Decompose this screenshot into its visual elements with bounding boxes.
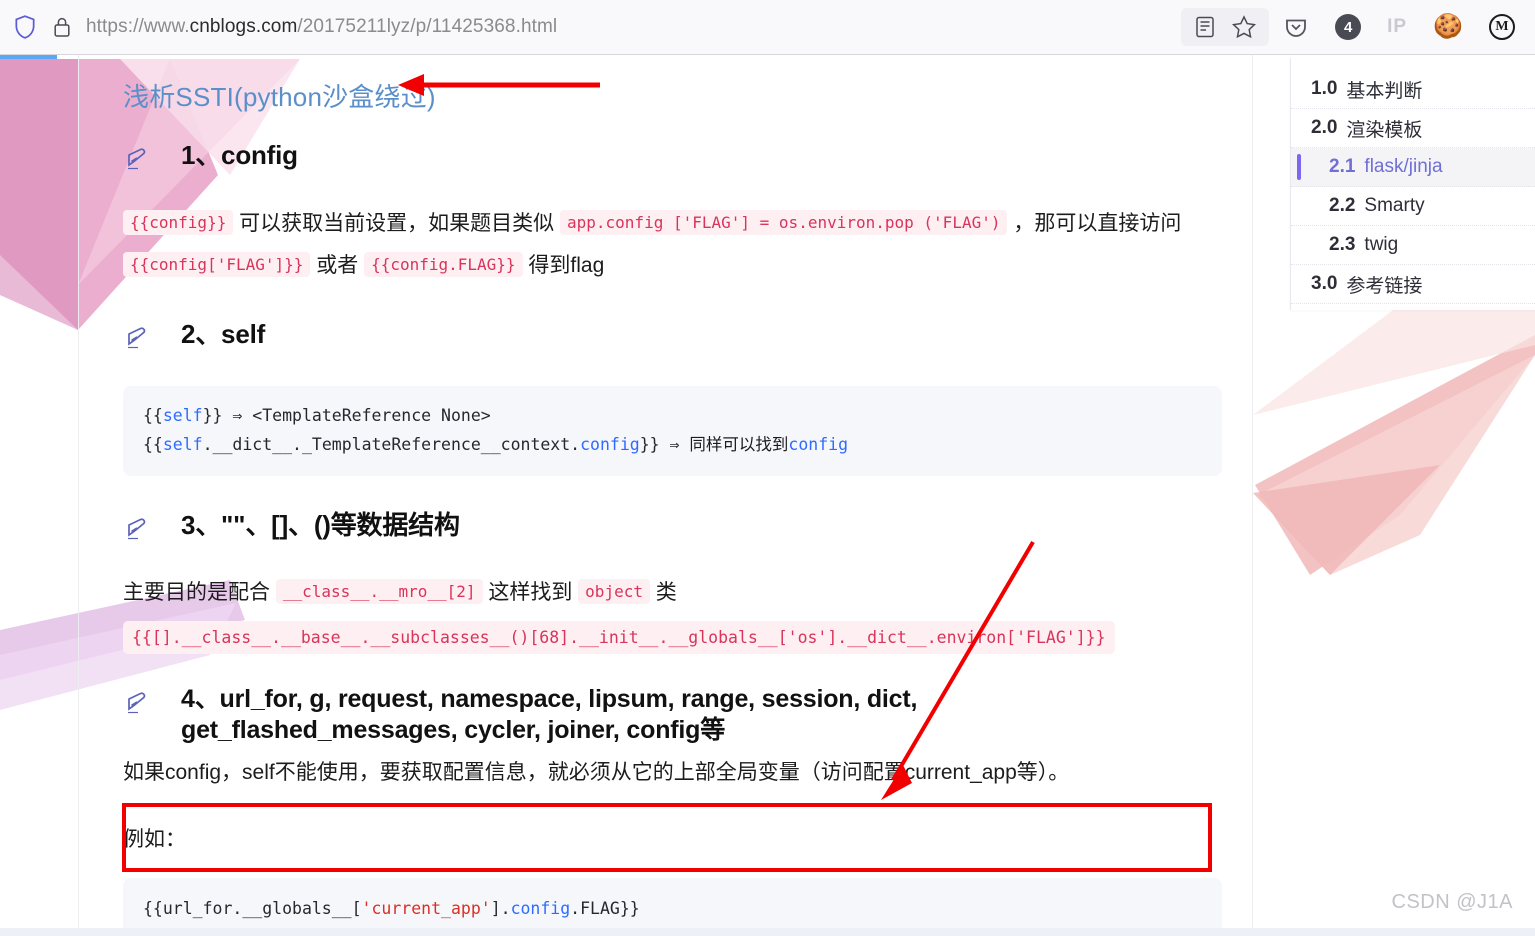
article-inner: 浅析SSTI(python沙盒绕过) 1、config {{config}} 可… xyxy=(79,77,1252,936)
pocket-icon[interactable] xyxy=(1283,14,1309,40)
toc-item-label: 参考链接 xyxy=(1346,275,1423,297)
toc-item-6[interactable]: 3.0 参考链接 xyxy=(1291,265,1535,304)
toc-item-number: 2.1 xyxy=(1329,156,1356,177)
toc-item-5[interactable]: 2.3 twig xyxy=(1291,226,1535,265)
reader-view-icon[interactable] xyxy=(1193,14,1217,40)
heading-4-text: 4、url_for, g, request, namespace, lipsum… xyxy=(181,684,917,745)
code-line: {{self.__dict__._TemplateReference__cont… xyxy=(143,434,849,454)
pencil-icon xyxy=(123,325,153,356)
csdn-watermark: CSDN @J1A xyxy=(1391,891,1513,913)
code-line: {{self}} ⇒ <TemplateReference None> xyxy=(143,406,491,425)
paragraph-current-app: 如果config，self不能使用，要获取配置信息，就必须从它的上部全局变量（访… xyxy=(123,761,1070,785)
heading-1-text: 1、config xyxy=(181,140,298,170)
toc-item-3[interactable]: 2.1 flask/jinja xyxy=(1291,148,1535,187)
pencil-icon xyxy=(123,516,153,547)
pink-code-wrapper: {{[].__class__.__base__.__subclasses__()… xyxy=(79,621,1252,655)
text-run: 可以获取当前设置，如果题目类似 xyxy=(233,212,560,235)
toc-item-number: 1.0 xyxy=(1311,78,1338,99)
toc-item-label: flask/jinja xyxy=(1364,156,1443,177)
heading-4-line2: get_flashed_messages, cycler, joiner, co… xyxy=(181,715,726,744)
extensions-group: 4 IP 🍪 M xyxy=(1283,14,1535,40)
inline-code-app-config: app.config ['FLAG'] = os.environ.pop ('F… xyxy=(560,210,1008,235)
ip-extension-icon[interactable]: IP xyxy=(1387,16,1407,38)
page-actions-group xyxy=(1181,8,1270,46)
url-path: /20175211lyz/p/11425368.html xyxy=(297,16,558,37)
inline-code-config-flag: {{config['FLAG']}} xyxy=(123,252,311,277)
section-heading-3: 3、""、[]、()等数据结构 xyxy=(123,510,1252,547)
paragraph-config: {{config}} 可以获取当前设置，如果题目类似 app.config ['… xyxy=(123,203,1232,287)
text-run: 类 xyxy=(649,580,677,604)
page-title[interactable]: 浅析SSTI(python沙盒绕过) xyxy=(123,77,1252,114)
pencil-icon xyxy=(123,690,153,721)
inline-code-config-dot-flag: {{config.FLAG}} xyxy=(364,252,523,277)
toc-item-label: Smarty xyxy=(1364,195,1425,216)
toc-item-label: 基本判断 xyxy=(1346,80,1423,102)
lock-icon[interactable] xyxy=(52,16,72,38)
table-of-contents: 1.0 基本判断 2.0 渲染模板 2.1 flask/jinja 2.2 Sm… xyxy=(1290,58,1535,310)
text-run: 或者 xyxy=(310,254,365,277)
heading-4-line1: 4、url_for, g, request, namespace, lipsum… xyxy=(181,685,918,714)
text-run: 得到flag xyxy=(522,254,605,277)
toc-item-number: 2.2 xyxy=(1329,195,1356,216)
pencil-icon xyxy=(123,146,153,177)
text-run: 主要目的是配合 xyxy=(123,580,276,604)
toc-item-label: twig xyxy=(1364,234,1399,255)
text-run: ，那可以直接访问 xyxy=(1007,212,1182,235)
paragraph-mro: 主要目的是配合 __class__.__mro__[2] 这样找到 object… xyxy=(123,577,1232,610)
section-heading-1: 1、config xyxy=(123,140,1252,177)
url-domain: cnblogs.com xyxy=(189,16,298,37)
inline-code-subclasses: {{[].__class__.__base__.__subclasses__()… xyxy=(123,621,1115,655)
paragraph-example-label: 例如： xyxy=(123,827,186,851)
toc-item-number: 2.0 xyxy=(1311,117,1338,138)
profile-icon[interactable]: M xyxy=(1489,14,1515,40)
toc-item-1[interactable]: 1.0 基本判断 xyxy=(1291,70,1535,109)
container-badge[interactable]: 4 xyxy=(1335,14,1362,40)
code-block-self[interactable]: {{self}} ⇒ <TemplateReference None> {{se… xyxy=(123,386,1222,476)
toc-item-number: 3.0 xyxy=(1311,273,1338,294)
page-load-progressbar xyxy=(0,55,57,59)
article-container: 浅析SSTI(python沙盒绕过) 1、config {{config}} 可… xyxy=(78,55,1253,936)
inline-code-config: {{config}} xyxy=(123,210,234,235)
toc-item-label: 渲染模板 xyxy=(1346,119,1423,141)
page-viewport: 浅析SSTI(python沙盒绕过) 1、config {{config}} 可… xyxy=(0,55,1535,936)
section-heading-2: 2、self xyxy=(123,319,1252,356)
section-heading-4: 4、url_for, g, request, namespace, lipsum… xyxy=(123,684,1252,745)
heading-2-text: 2、self xyxy=(181,319,266,349)
inline-code-object: object xyxy=(578,578,650,604)
heading-3-text: 3、""、[]、()等数据结构 xyxy=(181,509,460,540)
bottom-bar xyxy=(0,928,1535,936)
browser-toolbar: https://www.cnblogs.com/20175211lyz/p/11… xyxy=(0,0,1535,55)
shield-icon[interactable] xyxy=(12,14,38,40)
toolbar-actions: 4 IP 🍪 M xyxy=(1181,8,1535,46)
text-run: 这样找到 xyxy=(482,580,579,604)
toc-item-4[interactable]: 2.2 Smarty xyxy=(1291,187,1535,226)
toc-item-number: 2.3 xyxy=(1329,234,1356,255)
toc-item-2[interactable]: 2.0 渲染模板 xyxy=(1291,109,1535,148)
url-bar[interactable]: https://www.cnblogs.com/20175211lyz/p/11… xyxy=(0,14,557,40)
url-prefix: https://www. xyxy=(86,16,190,37)
code-line: {{url_for.__globals__['current_app'].con… xyxy=(143,899,640,919)
star-bookmark-icon[interactable] xyxy=(1231,14,1257,40)
url-text[interactable]: https://www.cnblogs.com/20175211lyz/p/11… xyxy=(86,16,557,38)
inline-code-mro: __class__.__mro__[2] xyxy=(275,578,483,604)
cookie-icon[interactable]: 🍪 xyxy=(1433,15,1463,39)
